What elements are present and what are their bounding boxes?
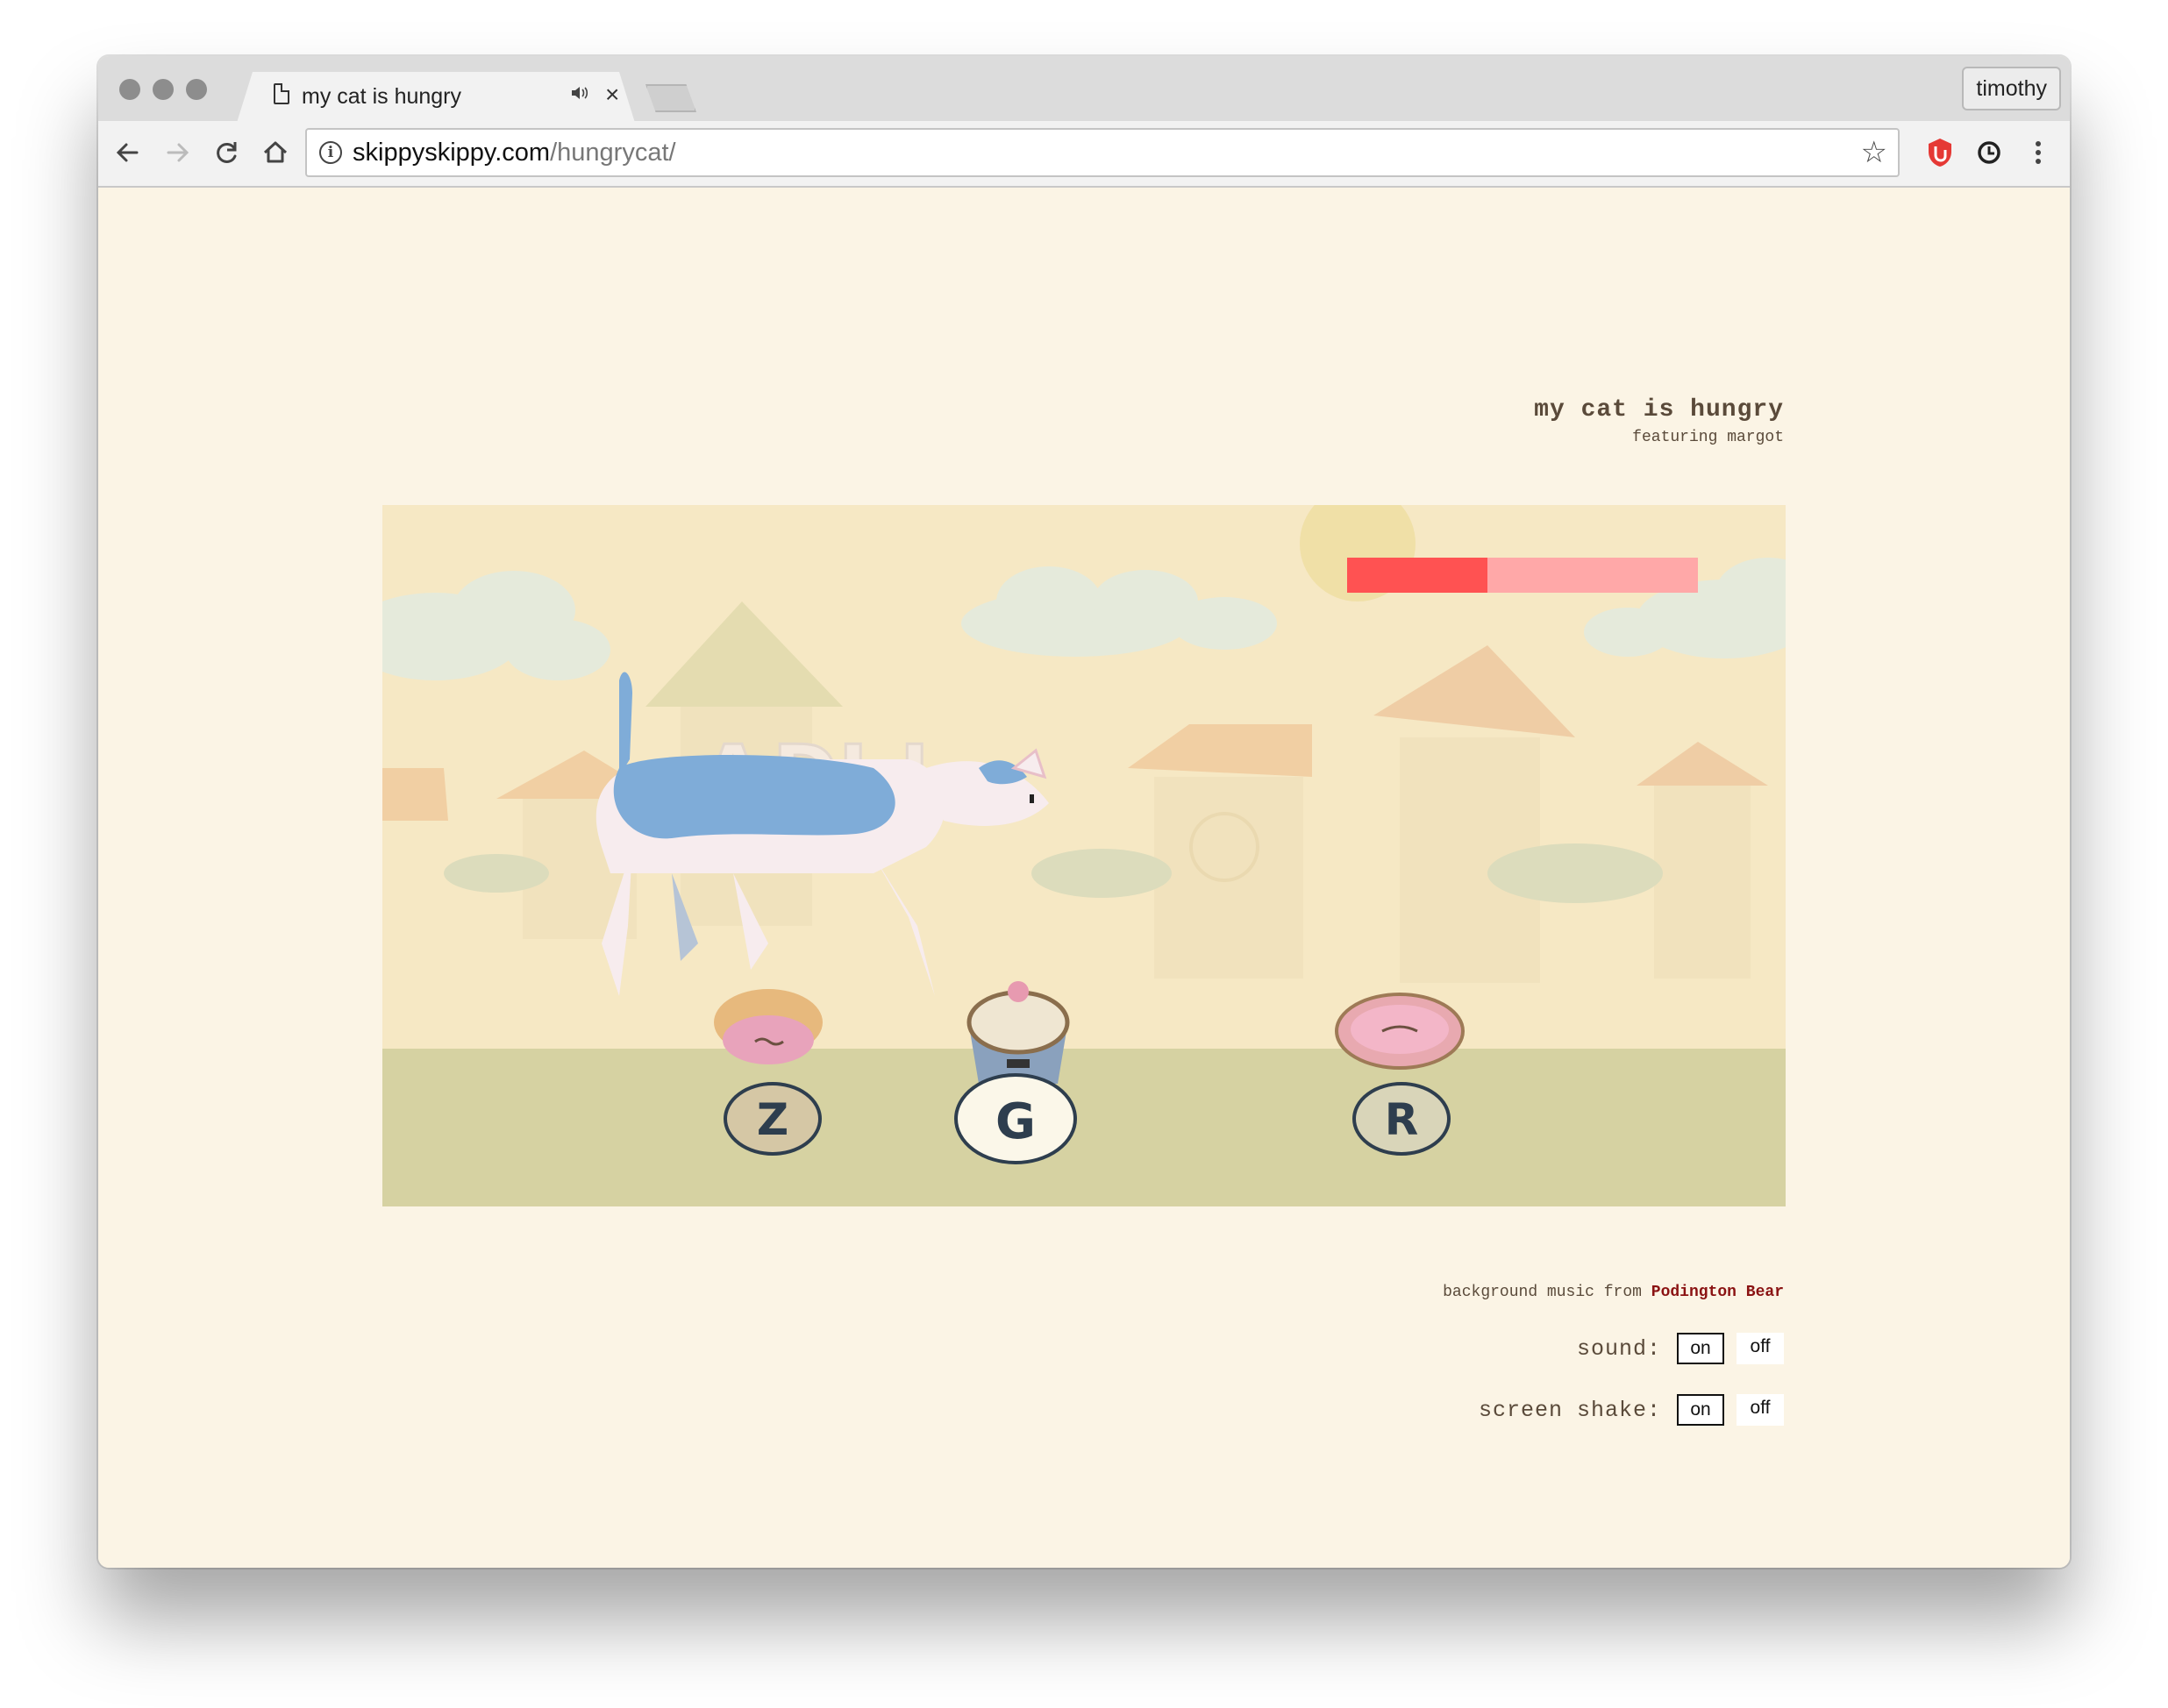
game-scene: A D J L bbox=[382, 505, 1786, 1206]
sound-option-row: sound: on off bbox=[1577, 1333, 1784, 1364]
page-title: my cat is hungry bbox=[1534, 396, 1784, 423]
new-tab-button[interactable] bbox=[645, 84, 696, 112]
address-bar[interactable]: i skippyskippy.com/hungrycat/ ☆ bbox=[305, 128, 1900, 177]
game-canvas[interactable]: A D J L bbox=[382, 505, 1786, 1206]
star-icon[interactable]: ☆ bbox=[1861, 135, 1887, 170]
tab-strip: my cat is hungry × timothy bbox=[98, 56, 2070, 121]
page-icon bbox=[274, 83, 289, 104]
key-label: G bbox=[995, 1093, 1036, 1150]
close-window-button[interactable] bbox=[119, 79, 140, 100]
sound-label: sound: bbox=[1576, 1335, 1661, 1362]
music-credit-link[interactable]: Podington Bear bbox=[1651, 1284, 1784, 1301]
audio-icon[interactable] bbox=[570, 84, 589, 107]
browser-window: my cat is hungry × timothy i skippyskipp… bbox=[98, 56, 2070, 1568]
menu-dots-icon[interactable] bbox=[2019, 133, 2057, 172]
screen-shake-option-row: screen shake: on off bbox=[1479, 1394, 1784, 1426]
reload-icon[interactable] bbox=[207, 133, 246, 172]
back-arrow-icon[interactable] bbox=[109, 133, 147, 172]
music-credit: background music from Podington Bear bbox=[1443, 1284, 1784, 1301]
credit-text: background music from bbox=[1443, 1284, 1642, 1301]
sound-on-button[interactable]: on bbox=[1677, 1333, 1724, 1364]
ground bbox=[382, 1049, 1786, 1206]
browser-toolbar: i skippyskippy.com/hungrycat/ ☆ bbox=[98, 121, 2070, 188]
key-bubble-g: G bbox=[954, 1073, 1077, 1164]
sound-off-button[interactable]: off bbox=[1737, 1333, 1784, 1364]
home-icon[interactable] bbox=[256, 133, 295, 172]
screen-shake-off-button[interactable]: off bbox=[1737, 1394, 1784, 1426]
minimize-window-button[interactable] bbox=[153, 79, 174, 100]
title-block: my cat is hungry featuring margot bbox=[1534, 396, 1784, 446]
key-bubble-r: R bbox=[1352, 1082, 1451, 1156]
active-tab[interactable]: my cat is hungry × bbox=[237, 72, 635, 123]
food-pie bbox=[714, 989, 823, 1064]
zoom-window-button[interactable] bbox=[186, 79, 207, 100]
page-subtitle: featuring margot bbox=[1632, 429, 1784, 446]
info-icon[interactable]: i bbox=[319, 141, 342, 164]
key-label: Z bbox=[757, 1094, 788, 1145]
key-label: R bbox=[1385, 1094, 1419, 1145]
adblock-icon[interactable] bbox=[1921, 133, 1959, 172]
close-icon[interactable]: × bbox=[605, 81, 619, 109]
page-content: my cat is hungry featuring margot Z G R … bbox=[98, 188, 2070, 1568]
screen-shake-on-button[interactable]: on bbox=[1677, 1394, 1724, 1426]
profile-button[interactable]: timothy bbox=[1962, 67, 2061, 110]
timer-icon[interactable] bbox=[1970, 133, 2008, 172]
hunger-meter-fill bbox=[1347, 558, 1487, 593]
tab-title: my cat is hungry bbox=[302, 84, 462, 109]
forward-arrow-icon[interactable] bbox=[158, 133, 196, 172]
screen-shake-label: screen shake: bbox=[1478, 1397, 1661, 1423]
url-text[interactable]: skippyskippy.com/hungrycat/ bbox=[353, 139, 676, 167]
key-bubble-z: Z bbox=[724, 1082, 822, 1156]
food-donut bbox=[1335, 993, 1465, 1070]
